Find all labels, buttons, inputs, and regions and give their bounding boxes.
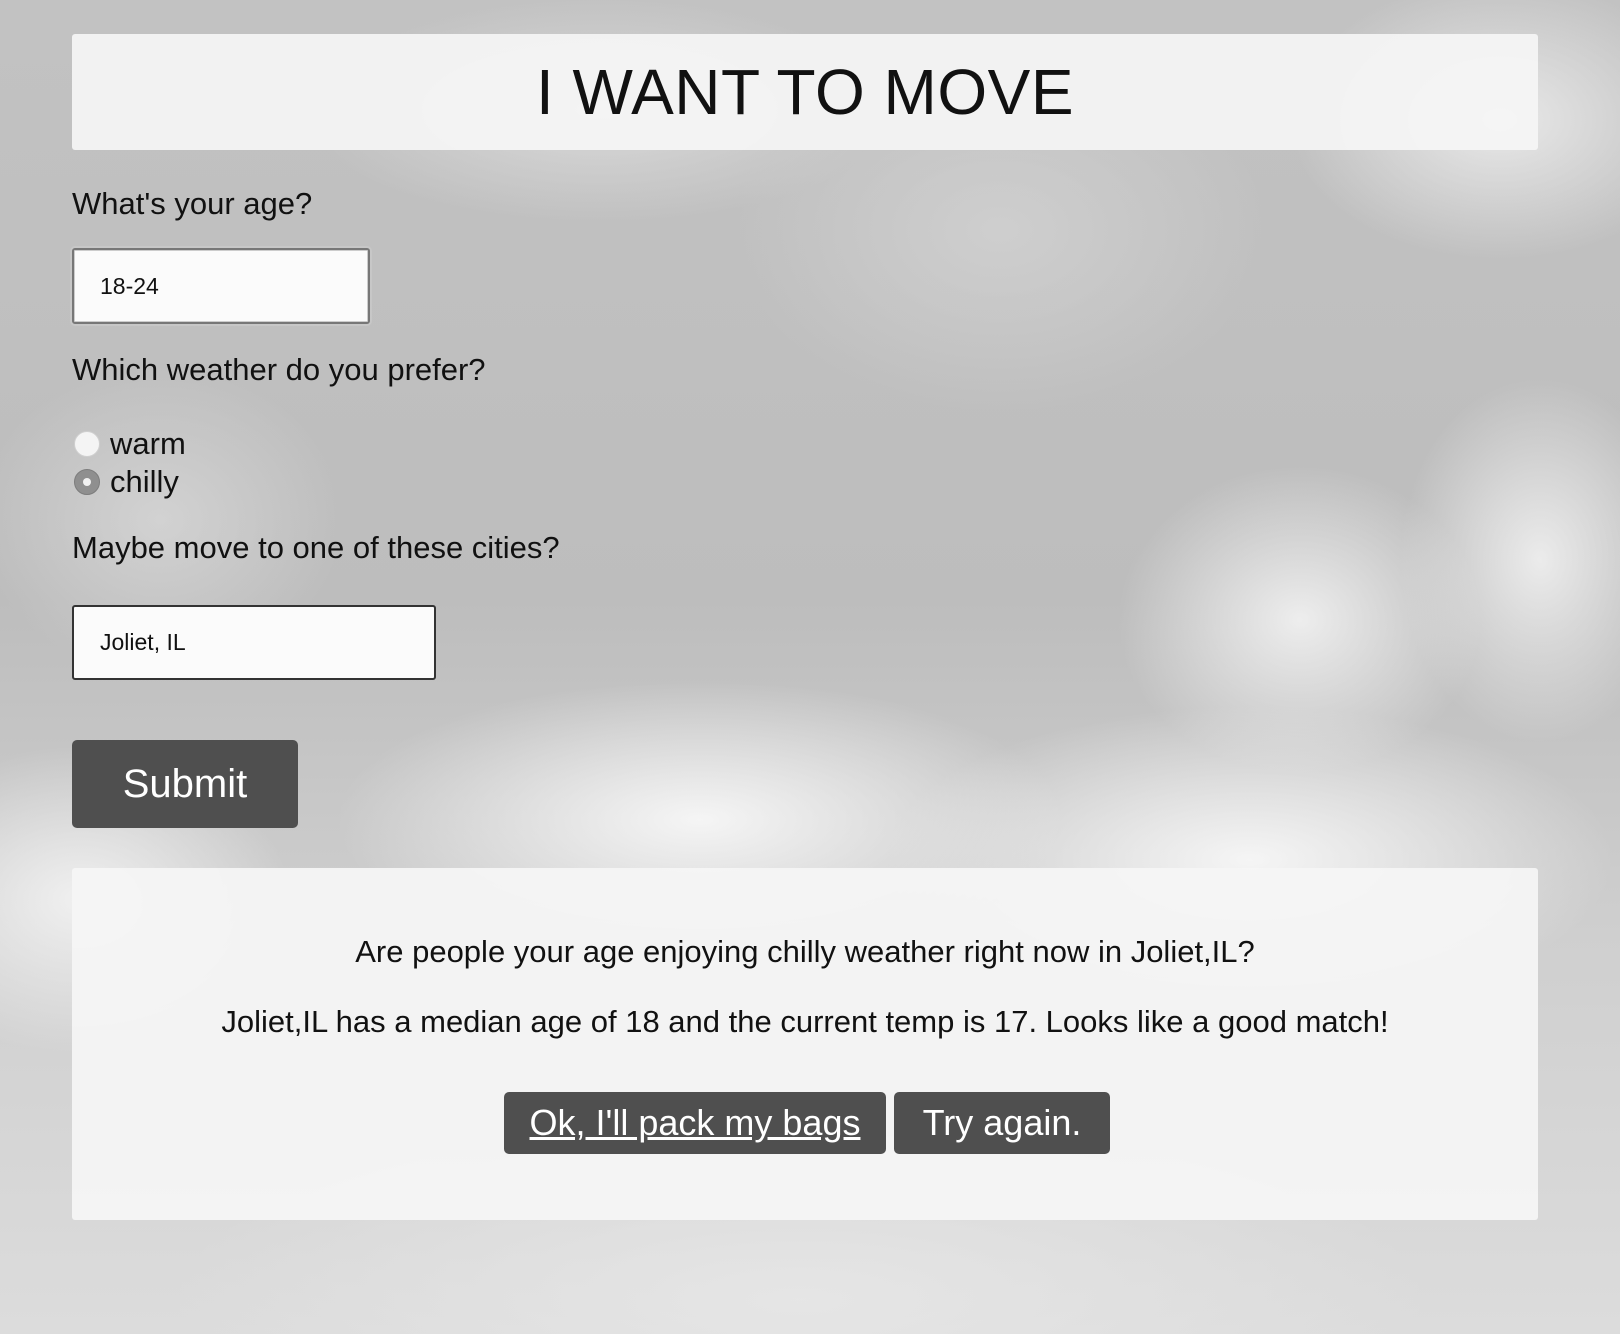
try-again-button[interactable]: Try again. [894,1092,1110,1154]
city-input[interactable] [72,605,436,680]
weather-option-label: chilly [110,464,179,499]
weather-label: Which weather do you prefer? [72,352,486,387]
result-panel: Are people your age enjoying chilly weat… [72,868,1538,1220]
submit-button[interactable]: Submit [72,740,298,828]
result-answer: Joliet,IL has a median age of 18 and the… [221,1004,1389,1039]
radio-warm[interactable] [74,431,100,457]
city-label: Maybe move to one of these cities? [72,530,560,565]
radio-chilly[interactable] [74,469,100,495]
weather-option-chilly[interactable]: chilly [74,464,179,500]
weather-option-warm[interactable]: warm [74,426,186,462]
header-banner: I WANT TO MOVE [72,34,1538,150]
result-question: Are people your age enjoying chilly weat… [355,934,1255,969]
age-label: What's your age? [72,186,313,221]
age-input[interactable] [72,248,370,324]
page-title: I WANT TO MOVE [535,56,1075,128]
result-actions: Ok, I'll pack my bags Try again. [72,1092,1540,1154]
pack-bags-button[interactable]: Ok, I'll pack my bags [504,1092,886,1154]
weather-option-label: warm [110,426,186,461]
